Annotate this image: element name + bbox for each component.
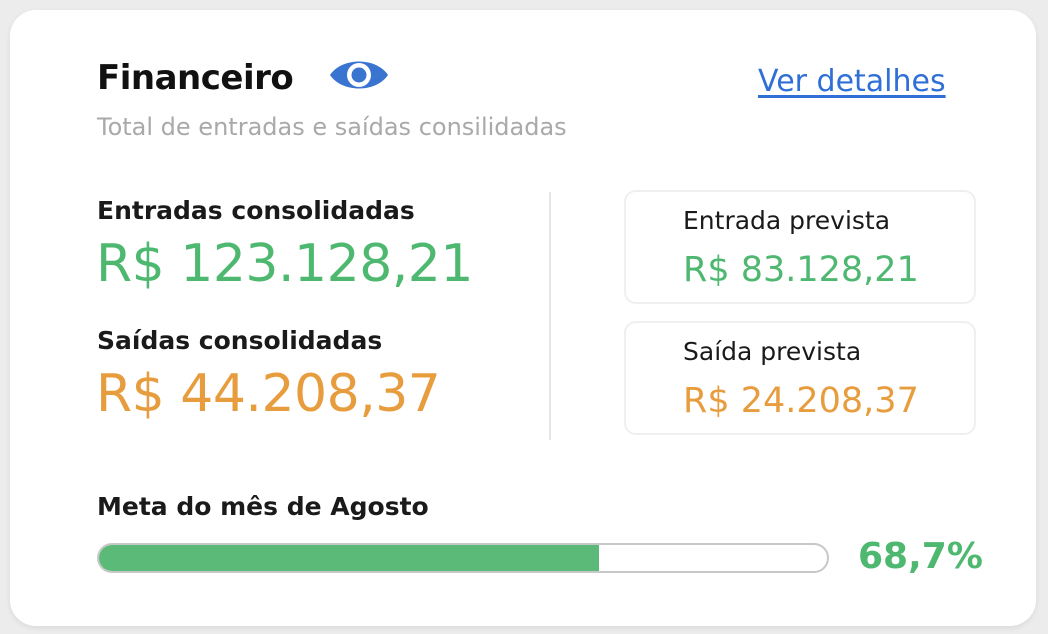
forecast-outflow-label: Saída prevista [683,337,862,366]
card-title: Financeiro [97,58,294,98]
goal-percent: 68,7% [858,536,983,577]
outflow-consolidated-label: Saídas consolidadas [97,326,383,355]
outflow-consolidated-value: R$ 44.208,37 [96,364,441,424]
forecast-inflow-value: R$ 83.128,21 [683,250,919,290]
goal-progress-fill [99,545,600,571]
forecast-outflow-box: Saída prevista R$ 24.208,37 [624,321,976,435]
inflow-consolidated-label: Entradas consolidadas [97,196,415,225]
view-details-link[interactable]: Ver detalhes [758,64,946,99]
vertical-divider [549,192,551,440]
forecast-outflow-value: R$ 24.208,37 [683,381,919,421]
goal-progress-bar [97,543,829,573]
forecast-inflow-box: Entrada prevista R$ 83.128,21 [624,190,976,304]
goal-label: Meta do mês de Agosto [97,492,429,521]
inflow-consolidated-value: R$ 123.128,21 [96,234,473,294]
eye-icon[interactable] [328,54,390,96]
card-subtitle: Total de entradas e saídas consilidadas [97,113,567,141]
forecast-inflow-label: Entrada prevista [683,206,891,235]
finance-card: Financeiro Ver detalhes Total de entrada… [10,10,1036,626]
